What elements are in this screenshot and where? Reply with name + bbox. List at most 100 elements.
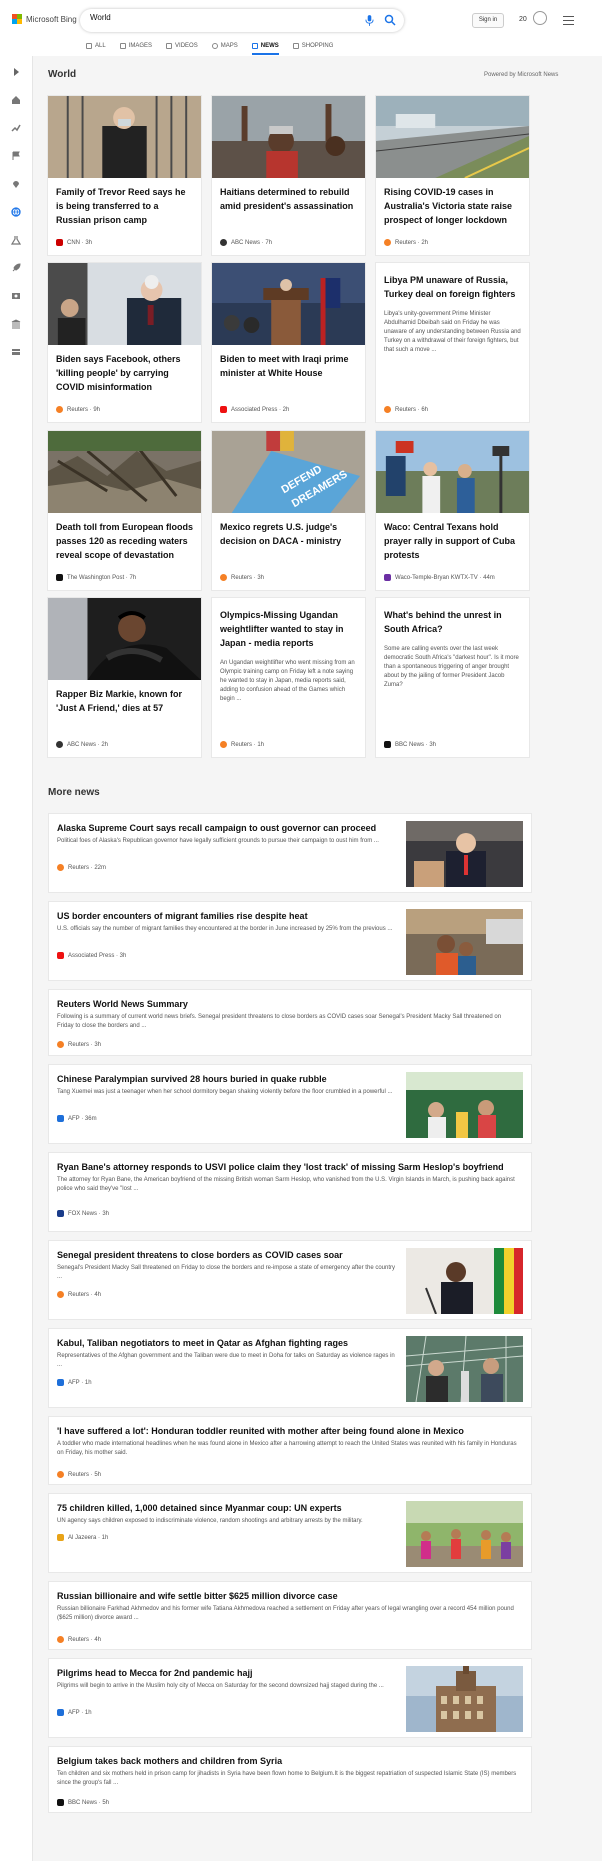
row-source: Reuters · 4h <box>57 1291 101 1298</box>
row-title[interactable]: 'I have suffered a lot': Honduran toddle… <box>57 1426 464 1436</box>
reuters-logo-icon <box>57 1636 64 1643</box>
article-image <box>48 263 201 345</box>
news-card[interactable]: Haitians determined to rebuild amid pres… <box>211 95 366 256</box>
search-input[interactable] <box>90 13 290 22</box>
news-card[interactable]: Biden to meet with Iraqi prime minister … <box>211 262 366 423</box>
sign-in-button[interactable]: Sign in <box>472 13 504 28</box>
money-icon[interactable] <box>11 347 21 357</box>
row-title[interactable]: Russian billionaire and wife settle bitt… <box>57 1591 338 1601</box>
card-title[interactable]: Biden says Facebook, others 'killing peo… <box>56 352 193 394</box>
news-card[interactable]: Death toll from European floods passes 1… <box>47 430 202 591</box>
news-card[interactable]: DEFEND DREAMERS Mexico regrets U.S. judge… <box>211 430 366 591</box>
card-title[interactable]: Olympics-Missing Ugandan weightlifter wa… <box>220 608 357 650</box>
article-image <box>212 263 365 345</box>
afp-logo-icon <box>57 1115 64 1122</box>
scope-tabs: ALL IMAGES VIDEOS MAPS NEWS SHOPPING <box>86 40 333 55</box>
home-icon[interactable] <box>11 95 21 105</box>
tab-videos[interactable]: VIDEOS <box>166 40 198 52</box>
politics-building-icon[interactable] <box>11 319 21 329</box>
news-row[interactable]: US border encounters of migrant families… <box>48 901 532 981</box>
card-source: BBC News · 3h <box>384 741 436 748</box>
microphone-icon[interactable] <box>365 15 374 26</box>
row-title[interactable]: Chinese Paralympian survived 28 hours bu… <box>57 1074 327 1084</box>
news-card[interactable]: Rapper Biz Markie, known for 'Just A Fri… <box>47 597 202 758</box>
card-source: Reuters · 9h <box>56 406 100 413</box>
news-card[interactable]: Libya PM unaware of Russia, Turkey deal … <box>375 262 530 423</box>
card-title[interactable]: Libya PM unaware of Russia, Turkey deal … <box>384 273 521 301</box>
news-row[interactable]: Russian billionaire and wife settle bitt… <box>48 1581 532 1650</box>
news-row[interactable]: Alaska Supreme Court says recall campaig… <box>48 813 532 893</box>
rewards-trophy-icon[interactable] <box>533 11 547 25</box>
tab-news[interactable]: NEWS <box>251 40 279 55</box>
row-title[interactable]: Kabul, Taliban negotiators to meet in Qa… <box>57 1338 348 1348</box>
row-title[interactable]: Pilgrims head to Mecca for 2nd pandemic … <box>57 1668 253 1678</box>
expand-arrow-icon[interactable] <box>11 67 21 77</box>
section-title: World <box>48 69 77 80</box>
news-row[interactable]: Pilgrims head to Mecca for 2nd pandemic … <box>48 1658 532 1738</box>
tab-shopping[interactable]: SHOPPING <box>292 40 333 52</box>
row-snippet: Political foes of Alaska's Republican go… <box>57 838 379 844</box>
news-row[interactable]: 'I have suffered a lot': Honduran toddle… <box>48 1416 532 1485</box>
tab-images[interactable]: IMAGES <box>119 40 152 52</box>
news-row[interactable]: Belgium takes back mothers and children … <box>48 1746 532 1813</box>
row-source: Al Jazeera · 1h <box>57 1534 108 1541</box>
card-title[interactable]: Mexico regrets U.S. judge's decision on … <box>220 520 357 548</box>
news-card[interactable]: Biden says Facebook, others 'killing peo… <box>47 262 202 423</box>
reuters-logo-icon <box>57 1041 64 1048</box>
news-row[interactable]: Senegal president threatens to close bor… <box>48 1240 532 1320</box>
news-row[interactable]: Chinese Paralympian survived 28 hours bu… <box>48 1064 532 1144</box>
row-title[interactable]: Ryan Bane's attorney responds to USVI po… <box>57 1162 504 1172</box>
powered-by[interactable]: Powered by Microsoft News <box>484 72 558 78</box>
tab-maps[interactable]: MAPS <box>211 40 238 52</box>
news-row[interactable]: Ryan Bane's attorney responds to USVI po… <box>48 1152 532 1232</box>
reuters-logo-icon <box>57 1291 64 1298</box>
news-card[interactable]: Family of Trevor Reed says he is being t… <box>47 95 202 256</box>
card-title[interactable]: Biden to meet with Iraqi prime minister … <box>220 352 357 380</box>
news-card[interactable]: Olympics-Missing Ugandan weightlifter wa… <box>211 597 366 758</box>
card-title[interactable]: Death toll from European floods passes 1… <box>56 520 193 562</box>
microsoft-logo-icon <box>12 14 22 24</box>
news-row[interactable]: 75 children killed, 1,000 detained since… <box>48 1493 532 1573</box>
row-title[interactable]: 75 children killed, 1,000 detained since… <box>57 1503 342 1513</box>
afp-logo-icon <box>57 1379 64 1386</box>
news-card[interactable]: What's behind the unrest in South Africa… <box>375 597 530 758</box>
trending-icon[interactable] <box>11 123 21 133</box>
abc-news-logo-icon <box>220 239 227 246</box>
entertainment-icon[interactable] <box>11 291 21 301</box>
card-title[interactable]: Waco: Central Texans hold prayer rally i… <box>384 520 521 562</box>
card-title[interactable]: What's behind the unrest in South Africa… <box>384 608 521 636</box>
tab-all[interactable]: ALL <box>86 40 106 52</box>
menu-icon[interactable] <box>563 16 574 25</box>
technology-rocket-icon[interactable] <box>11 263 21 273</box>
article-image <box>406 821 523 887</box>
location-pin-icon[interactable] <box>11 179 21 189</box>
row-title[interactable]: Belgium takes back mothers and children … <box>57 1756 282 1766</box>
science-icon[interactable] <box>11 235 21 245</box>
us-flag-icon[interactable] <box>11 151 21 161</box>
row-title[interactable]: US border encounters of migrant families… <box>57 911 308 921</box>
row-title[interactable]: Alaska Supreme Court says recall campaig… <box>57 823 376 833</box>
card-title[interactable]: Rising COVID-19 cases in Australia's Vic… <box>384 185 521 227</box>
article-image <box>376 431 529 513</box>
news-row[interactable]: Kabul, Taliban negotiators to meet in Qa… <box>48 1328 532 1408</box>
article-image <box>406 1666 523 1732</box>
globe-icon[interactable] <box>11 207 21 217</box>
row-title[interactable]: Reuters World News Summary <box>57 999 188 1009</box>
search-icon[interactable] <box>384 14 396 26</box>
card-title[interactable]: Family of Trevor Reed says he is being t… <box>56 185 193 227</box>
image-icon <box>119 43 126 49</box>
news-icon <box>251 43 258 49</box>
card-title[interactable]: Haitians determined to rebuild amid pres… <box>220 185 357 213</box>
news-card[interactable]: Rising COVID-19 cases in Australia's Vic… <box>375 95 530 256</box>
news-row[interactable]: Reuters World News Summary Following is … <box>48 989 532 1056</box>
card-source: The Washington Post · 7h <box>56 574 136 581</box>
news-card[interactable]: Waco: Central Texans hold prayer rally i… <box>375 430 530 591</box>
video-icon <box>166 43 173 49</box>
bing-logo[interactable]: Microsoft Bing <box>12 14 77 24</box>
row-snippet: Senegal's President Macky Sall threatene… <box>57 1265 395 1280</box>
row-source: Reuters · 3h <box>57 1041 101 1048</box>
card-title[interactable]: Rapper Biz Markie, known for 'Just A Fri… <box>56 687 193 715</box>
row-title[interactable]: Senegal president threatens to close bor… <box>57 1250 343 1260</box>
search-box[interactable] <box>80 9 404 32</box>
rewards-points[interactable]: 20 <box>519 16 527 23</box>
